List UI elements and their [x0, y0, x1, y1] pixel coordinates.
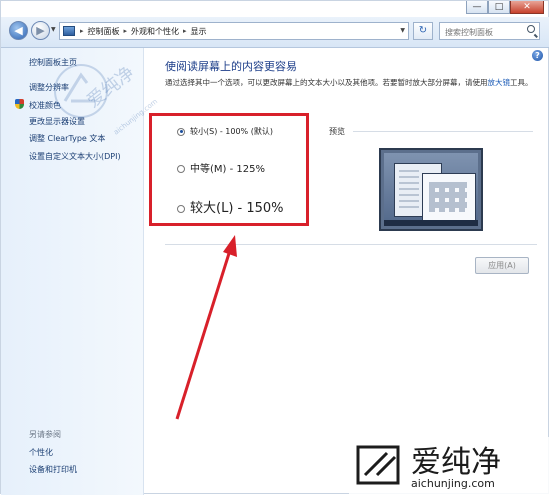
navigation-bar: ◀ ▶ ▼ ▸ 控制面板 ▸ 外观和个性化 ▸ 显示 ▼ ↻	[1, 17, 549, 48]
refresh-button[interactable]: ↻	[413, 22, 433, 40]
annotation-arrow-icon	[175, 235, 237, 420]
sidebar-item-personalization[interactable]: 个性化	[29, 447, 53, 458]
annotation-arrow-shaft	[175, 246, 233, 420]
preview-label: 预览	[329, 127, 345, 136]
display-settings-window: — □ ✕ ◀ ▶ ▼ ▸ 控制面板 ▸ 外观和个性化 ▸ 显示 ▼ ↻ 控制面…	[0, 0, 549, 495]
shield-icon	[15, 99, 24, 109]
intro-body: 通过选择其中一个选项，可以更改屏幕上的文本大小以及其他项。若要暂时放大部分屏幕，…	[165, 78, 488, 87]
page-title: 使阅读屏幕上的内容更容易	[165, 60, 297, 73]
preview-window-front	[422, 173, 476, 221]
sidebar-item-devices-printers[interactable]: 设备和打印机	[29, 464, 77, 475]
site-logo-mark-icon	[356, 445, 400, 485]
breadcrumb-separator-icon[interactable]: ▸	[78, 27, 86, 35]
address-bar[interactable]: ▸ 控制面板 ▸ 外观和个性化 ▸ 显示 ▼	[59, 22, 409, 40]
forward-arrow-icon[interactable]: ▶	[31, 21, 50, 40]
site-logo-text: 爱纯净	[411, 445, 501, 480]
preview-window-lines	[399, 170, 419, 210]
breadcrumb-display[interactable]: 显示	[189, 26, 209, 37]
refresh-icon: ↻	[418, 25, 428, 36]
preview-monitor-image	[379, 148, 483, 231]
annotation-highlight-box	[149, 113, 309, 226]
sidebar-item-custom-dpi[interactable]: 设置自定义文本大小(DPI)	[29, 151, 121, 162]
back-arrow-icon[interactable]: ◀	[9, 21, 28, 40]
maximize-button[interactable]: □	[488, 1, 510, 14]
annotation-arrow-head	[223, 235, 237, 257]
preview-screen	[384, 153, 478, 226]
window-controls: — □ ✕	[466, 1, 544, 15]
minimize-button[interactable]: —	[466, 1, 488, 14]
recent-pages-chevron-icon[interactable]: ▼	[51, 26, 56, 33]
apply-button[interactable]: 应用(A)	[475, 257, 529, 274]
search-input[interactable]	[443, 24, 527, 40]
intro-suffix: 工具。	[510, 78, 533, 87]
control-panel-icon	[63, 26, 75, 36]
breadcrumb-appearance[interactable]: 外观和个性化	[129, 26, 181, 37]
breadcrumb-separator-icon[interactable]: ▸	[181, 27, 189, 35]
breadcrumb-separator-icon[interactable]: ▸	[122, 27, 130, 35]
site-logo: 爱纯净 aichunjing.com	[349, 437, 549, 495]
address-dropdown-chevron-icon[interactable]: ▼	[400, 27, 405, 34]
magnifier-link[interactable]: 放大镜	[488, 78, 511, 87]
intro-text: 通过选择其中一个选项，可以更改屏幕上的文本大小以及其他项。若要暂时放大部分屏幕，…	[165, 77, 535, 89]
close-button[interactable]: ✕	[510, 1, 544, 14]
breadcrumb-control-panel[interactable]: 控制面板	[86, 26, 122, 37]
search-icon[interactable]	[527, 25, 535, 33]
preview-taskbar	[384, 220, 478, 226]
site-logo-url: aichunjing.com	[411, 477, 495, 490]
see-also-heading: 另请参阅	[29, 430, 61, 439]
search-box[interactable]	[439, 22, 540, 40]
sidebar-item-cleartype[interactable]: 调整 ClearType 文本	[29, 133, 105, 144]
preview-divider	[353, 131, 533, 132]
help-icon[interactable]: ?	[532, 50, 543, 61]
